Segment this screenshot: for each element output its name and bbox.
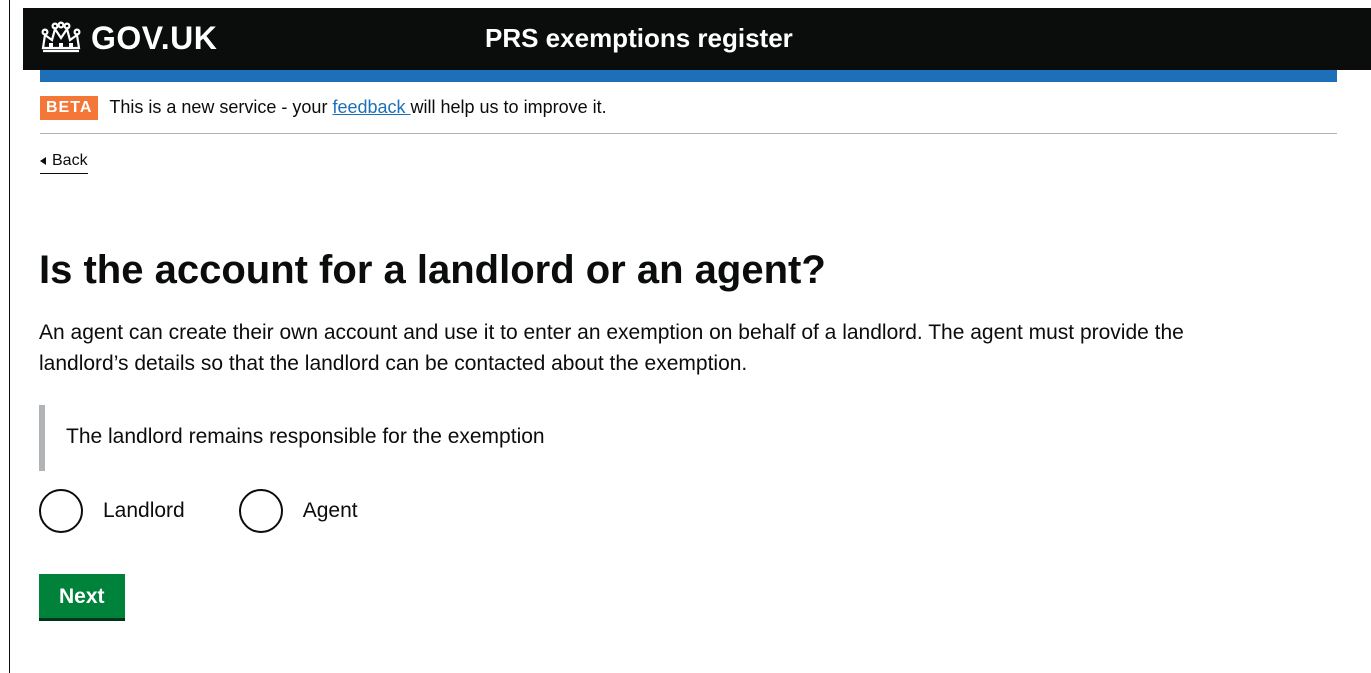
feedback-link[interactable]: feedback	[332, 97, 410, 117]
phase-banner-text: This is a new service - your feedback wi…	[109, 95, 606, 119]
phase-banner: BETA This is a new service - your feedba…	[40, 93, 1337, 134]
window-frame-left	[0, 0, 10, 673]
radio-button-agent[interactable]	[238, 489, 283, 533]
radio-label-landlord[interactable]: Landlord	[103, 497, 185, 525]
crown-icon	[39, 21, 83, 55]
radio-label-agent[interactable]: Agent	[303, 497, 358, 525]
site-header: GOV.UK PRS exemptions register	[23, 8, 1371, 70]
inset-text-block: The landlord remains responsible for the…	[39, 405, 845, 471]
next-button[interactable]: Next	[39, 574, 125, 618]
account-type-radios: Landlord Agent	[39, 489, 412, 533]
lead-paragraph: An agent can create their own account an…	[39, 321, 1184, 375]
beta-tag: BETA	[40, 96, 99, 120]
govuk-logo-link[interactable]: GOV.UK	[39, 20, 217, 56]
radio-option-agent[interactable]: Agent	[238, 489, 358, 533]
radio-button-landlord[interactable]	[39, 489, 83, 533]
back-arrow-icon	[40, 157, 46, 165]
back-link-label: Back	[52, 152, 88, 169]
banner-text-before: This is a new service - your	[109, 97, 333, 117]
window-frame-top	[0, 0, 1371, 8]
radio-option-landlord[interactable]: Landlord	[39, 489, 185, 533]
back-link[interactable]: Back	[40, 150, 88, 174]
inset-text: The landlord remains responsible for the…	[66, 425, 545, 448]
service-name-link[interactable]: PRS exemptions register	[485, 21, 793, 55]
page-heading: Is the account for a landlord or an agen…	[39, 248, 826, 292]
header-blue-bar	[40, 70, 1337, 82]
logo-text: GOV.UK	[91, 20, 218, 56]
banner-text-after: will help us to improve it.	[410, 97, 607, 117]
